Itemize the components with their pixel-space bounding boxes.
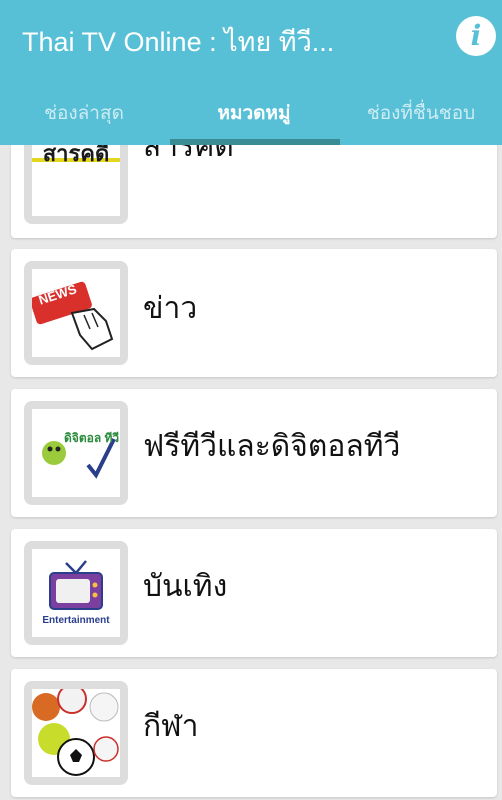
- category-label: บันเทิง: [143, 569, 228, 604]
- category-thumb: NEWS: [24, 261, 128, 365]
- category-item-documentary[interactable]: สารคดี สารคดี: [11, 145, 497, 238]
- category-label: ฟรีทีวีและดิจิตอลทีวี: [143, 429, 401, 464]
- category-label: ข่าว: [143, 291, 198, 326]
- info-button[interactable]: i: [456, 16, 496, 56]
- tab-recent[interactable]: ช่องล่าสุด: [0, 98, 168, 128]
- category-thumb: Entertainment: [24, 541, 128, 645]
- entertainment-tv-icon: Entertainment: [32, 549, 120, 637]
- category-item-sports[interactable]: กีฬา: [11, 669, 497, 797]
- digital-tv-icon: ดิจิตอล ทีวี: [32, 409, 120, 497]
- category-item-news[interactable]: NEWS ข่าว: [11, 249, 497, 377]
- category-thumb: [24, 681, 128, 785]
- news-icon: NEWS: [32, 269, 120, 357]
- documentary-logo-text: สารคดี: [42, 145, 110, 166]
- category-thumb: ดิจิตอล ทีวี: [24, 401, 128, 505]
- digital-tv-illustration: [42, 438, 116, 479]
- documentary-icon: สารคดี: [32, 145, 120, 216]
- category-label: สารคดี: [143, 145, 234, 164]
- app-title: Thai TV Online : ไทย ทีวี...: [22, 27, 335, 57]
- sports-balls-illustration: [32, 689, 119, 776]
- category-item-digital-tv[interactable]: ดิจิตอล ทีวี ฟรีทีวีและดิจิตอลทีวี: [11, 389, 497, 517]
- app-bar: Thai TV Online : ไทย ทีวี... i ช่องล่าสุ…: [0, 0, 502, 145]
- category-list[interactable]: สารคดี สารคดี NEWS ข่าว ดิจิตอล ทีวี ฟรี…: [0, 145, 502, 800]
- sports-balls-icon: [32, 689, 120, 777]
- news-illustration: [32, 281, 114, 351]
- category-thumb: สารคดี: [24, 145, 128, 224]
- digital-tv-logo-text: ดิจิตอล ทีวี: [64, 431, 120, 445]
- category-item-entertainment[interactable]: Entertainment บันเทิง: [11, 529, 497, 657]
- category-label: กีฬา: [143, 709, 199, 744]
- tab-favorites[interactable]: ช่องที่ชื่นชอบ: [340, 98, 502, 128]
- entertainment-logo-text: Entertainment: [42, 615, 110, 626]
- info-icon: i: [470, 19, 482, 52]
- tab-categories[interactable]: หมวดหมู่: [168, 98, 340, 128]
